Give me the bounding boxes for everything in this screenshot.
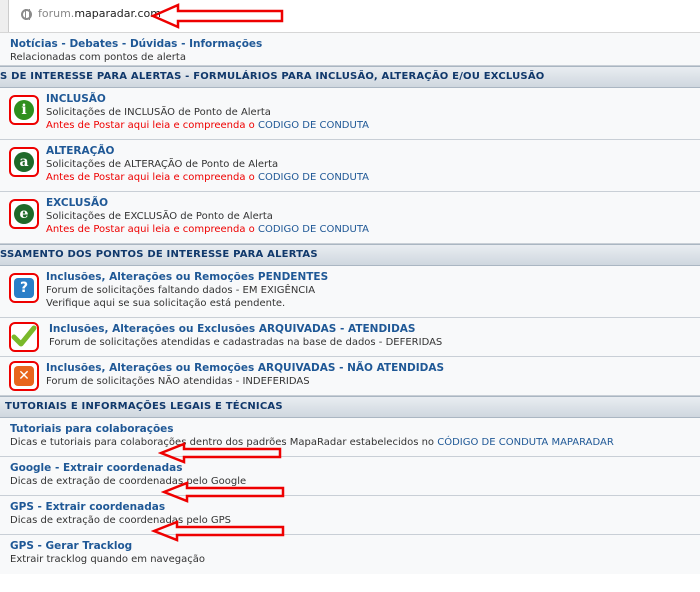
forum-title[interactable]: GPS - Extrair coordenadas	[10, 501, 165, 513]
forum-title[interactable]: INCLUSÃO	[46, 93, 106, 105]
annotation-arrow-url	[150, 3, 284, 29]
forum-description: Solicitações de ALTERAÇÃO de Ponto de Al…	[46, 159, 279, 170]
forum-description: Extrair tracklog quando em navegação	[10, 554, 205, 565]
forum-title[interactable]: Inclusões, Alterações ou Remoções ARQUIV…	[46, 362, 444, 374]
category-header-tutoriais[interactable]: TUTORIAIS E INFORMAÇÕES LEGAIS E TÉCNICA…	[0, 396, 700, 418]
cross-x-icon: ✕	[9, 361, 39, 391]
category-header-formularios[interactable]: S DE INTERESSE PARA ALERTAS - FORMULÁRIO…	[0, 66, 700, 88]
codigo-conduta-link[interactable]: CODIGO DE CONDUTA	[258, 120, 369, 131]
category-title: S DE INTERESSE PARA ALERTAS - FORMULÁRIO…	[0, 71, 545, 82]
letter-a-icon: a	[9, 147, 39, 177]
back-button-edge[interactable]	[0, 0, 9, 32]
forum-row-atendidas[interactable]: Inclusões, Alterações ou Exclusões ARQUI…	[0, 318, 700, 357]
icon-letter: e	[14, 204, 34, 224]
url-prefix: forum.	[38, 7, 75, 20]
forum-description: Solicitações de INCLUSÃO de Ponto de Ale…	[46, 107, 271, 118]
forum-row-inclusao[interactable]: i INCLUSÃO Solicitações de INCLUSÃO de P…	[0, 88, 700, 140]
forum-title[interactable]: ALTERAÇÃO	[46, 145, 114, 157]
forum-row-gps-coordenadas[interactable]: GPS - Extrair coordenadas Dicas de extra…	[0, 496, 700, 535]
forum-warning: Antes de Postar aqui leia e compreenda o…	[46, 224, 369, 235]
codigo-conduta-link[interactable]: CÓDIGO DE CONDUTA MAPARADAR	[437, 437, 614, 448]
forum-description: Dicas e tutoriais para colaborações dent…	[10, 437, 614, 448]
forum-warning: Antes de Postar aqui leia e compreenda o…	[46, 120, 369, 131]
category-title: SSAMENTO DOS PONTOS DE INTERESSE PARA AL…	[0, 249, 318, 260]
warning-text: Antes de Postar aqui leia e compreenda o	[46, 172, 258, 183]
warning-text: Antes de Postar aqui leia e compreenda o	[46, 224, 258, 235]
forum-description: Forum de solicitações faltando dados - E…	[46, 285, 316, 296]
forum-title-noticias[interactable]: Notícias - Debates - Dúvidas - Informaçõ…	[10, 38, 262, 50]
codigo-conduta-link[interactable]: CODIGO DE CONDUTA	[258, 224, 369, 235]
checkmark-icon	[9, 322, 39, 352]
forum-description-2: Verifique aqui se sua solicitação está p…	[46, 298, 286, 309]
address-bar[interactable]: forum.maparadar.com	[0, 0, 700, 33]
forum-title[interactable]: Inclusões, Alterações ou Exclusões ARQUI…	[49, 323, 415, 335]
annotation-arrow-tutoriais	[158, 442, 282, 464]
forum-description: Solicitações de EXCLUSÃO de Ponto de Ale…	[46, 211, 273, 222]
forum-title[interactable]: Inclusões, Alterações ou Remoções PENDEN…	[46, 271, 328, 283]
forum-title[interactable]: GPS - Gerar Tracklog	[10, 540, 132, 552]
forum-row-nao-atendidas[interactable]: ✕ Inclusões, Alterações ou Remoções ARQU…	[0, 357, 700, 396]
forum-row-exclusao[interactable]: e EXCLUSÃO Solicitações de EXCLUSÃO de P…	[0, 192, 700, 244]
forum-row-gps-tracklog[interactable]: GPS - Gerar Tracklog Extrair tracklog qu…	[0, 535, 700, 574]
url-text[interactable]: forum.maparadar.com	[38, 7, 161, 20]
forum-row-google[interactable]: Google - Extrair coordenadas Dicas de ex…	[0, 457, 700, 496]
forum-warning: Antes de Postar aqui leia e compreenda o…	[46, 172, 369, 183]
category-title: TUTORIAIS E INFORMAÇÕES LEGAIS E TÉCNICA…	[5, 401, 283, 412]
forum-row-pendentes[interactable]: ? Inclusões, Alterações ou Remoções PEND…	[0, 266, 700, 318]
warning-text: Antes de Postar aqui leia e compreenda o	[46, 120, 258, 131]
annotation-arrow-google	[161, 481, 285, 503]
forum-description: Relacionadas com pontos de alerta	[10, 52, 186, 63]
question-glyph: ?	[14, 278, 34, 298]
forum-row-noticias[interactable]: Notícias - Debates - Dúvidas - Informaçõ…	[0, 33, 700, 66]
annotation-arrow-gps	[151, 520, 285, 542]
x-glyph: ✕	[14, 366, 34, 386]
category-header-processamento[interactable]: SSAMENTO DOS PONTOS DE INTERESSE PARA AL…	[0, 244, 700, 266]
forum-row-alteracao[interactable]: a ALTERAÇÃO Solicitações de ALTERAÇÃO de…	[0, 140, 700, 192]
forum-description: Forum de solicitações atendidas e cadast…	[49, 337, 443, 348]
check-glyph	[11, 325, 37, 347]
forum-title[interactable]: Tutoriais para colaborações	[10, 423, 174, 435]
forum-title[interactable]: Google - Extrair coordenadas	[10, 462, 183, 474]
forum-list: Notícias - Debates - Dúvidas - Informaçõ…	[0, 33, 700, 574]
codigo-conduta-link[interactable]: CODIGO DE CONDUTA	[258, 172, 369, 183]
icon-letter: i	[14, 100, 34, 120]
globe-icon	[21, 9, 32, 20]
forum-description: Forum de solicitações NÃO atendidas - IN…	[46, 376, 310, 387]
forum-row-tutoriais[interactable]: Tutoriais para colaborações Dicas e tuto…	[0, 418, 700, 457]
question-mark-icon: ?	[9, 273, 39, 303]
url-domain: maparadar.com	[74, 7, 161, 20]
letter-e-icon: e	[9, 199, 39, 229]
info-i-icon: i	[9, 95, 39, 125]
icon-letter: a	[14, 152, 34, 172]
forum-title[interactable]: EXCLUSÃO	[46, 197, 108, 209]
